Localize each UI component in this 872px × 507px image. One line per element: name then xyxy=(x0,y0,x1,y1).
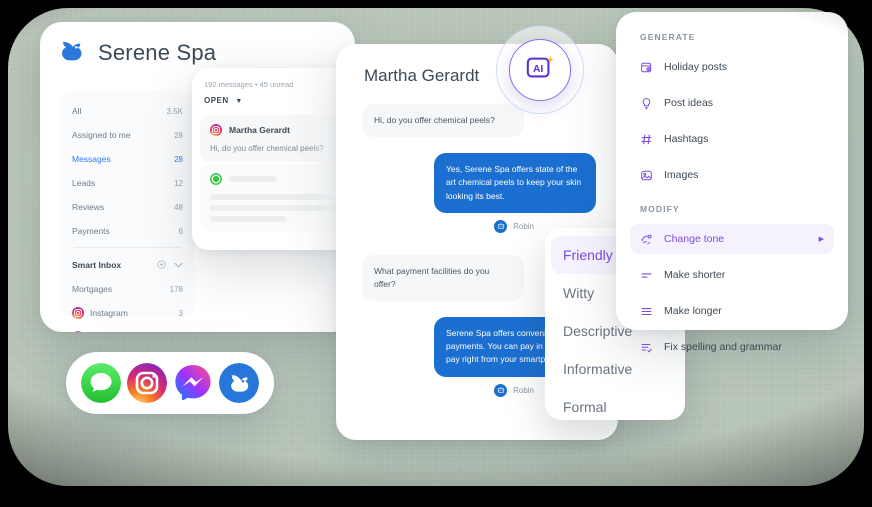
message-list-card: 192 messages • 45 unread OPEN ▼ Martha G… xyxy=(192,68,352,250)
message-bubble-outgoing: Yes, Serene Spa offers state of the art … xyxy=(434,153,596,213)
tone-option-formal[interactable]: Formal xyxy=(545,388,685,426)
sidebar-item-messenger[interactable]: Messenger 6 xyxy=(72,326,183,332)
sidebar-item-reviews[interactable]: Reviews 48 xyxy=(72,196,183,218)
sidebar-item-count: 3 xyxy=(178,308,183,318)
brand-name: Serene Spa xyxy=(98,39,217,65)
ai-action-make-longer[interactable]: Make longer xyxy=(630,296,834,326)
ai-action-label: Fix spelling and grammar xyxy=(664,341,782,353)
sidebar-item-count: 178 xyxy=(169,284,183,294)
ai-actions-panel: GENERATE Holiday posts Post ideas Hashta… xyxy=(616,12,848,353)
list-item[interactable] xyxy=(200,164,344,231)
shorten-lines-icon xyxy=(641,272,652,278)
ai-action-label: Make longer xyxy=(664,305,722,317)
sms-bubble-icon[interactable] xyxy=(81,363,121,403)
messenger-icon xyxy=(74,331,82,332)
message-count-text: 192 messages • 45 unread xyxy=(204,80,294,89)
sidebar-item-leads[interactable]: Leads 12 xyxy=(72,172,183,194)
sidebar-item-count: 3.5K xyxy=(166,106,183,116)
instagram-icon xyxy=(210,124,222,136)
robot-icon xyxy=(494,219,508,233)
ai-action-images[interactable]: Images xyxy=(630,160,834,190)
list-item-preview: Hi, do you offer chemical peels? xyxy=(210,144,324,153)
sidebar-item-label: Assigned to me xyxy=(72,130,131,140)
sidebar-section-smart-inbox[interactable]: Smart Inbox xyxy=(72,254,183,276)
chevron-right-icon: ▶ xyxy=(818,236,824,243)
sidebar-item-count: 48 xyxy=(174,202,183,212)
ai-action-label: Holiday posts xyxy=(664,61,728,73)
sidebar-item-label: Payments xyxy=(72,226,110,236)
sidebar-item-label: All xyxy=(72,106,82,116)
birdeye-bird-icon xyxy=(60,38,86,67)
sidebar-item-all[interactable]: All 3.5K xyxy=(72,100,183,122)
plus-circle-icon[interactable] xyxy=(157,259,166,271)
section-title-generate: GENERATE xyxy=(640,32,696,42)
hashtag-icon xyxy=(641,134,652,144)
brand-header: Serene Spa xyxy=(40,22,355,67)
message-sender-name: Robin xyxy=(513,221,534,231)
skeleton-line xyxy=(229,176,277,182)
sidebar-item-messages[interactable]: Messages 28 xyxy=(72,148,183,170)
sidebar-item-count: 12 xyxy=(174,178,183,188)
channel-icons-pill xyxy=(66,352,274,414)
inbox-nav-panel: All 3.5K Assigned to me 28 Messages 28 L… xyxy=(60,90,195,332)
ai-badge-inner-ring: AI xyxy=(509,39,571,101)
svg-text:AI: AI xyxy=(533,64,543,75)
birdeye-icon[interactable] xyxy=(219,363,259,403)
sidebar-divider xyxy=(74,247,181,248)
messenger-icon[interactable] xyxy=(173,363,213,403)
skeleton-line xyxy=(210,216,287,222)
message-bubble-incoming: What payment facilities do you offer? xyxy=(362,254,524,302)
ai-action-label: Make shorter xyxy=(664,269,726,281)
sidebar-item-count: 6 xyxy=(178,226,183,236)
sidebar-item-label: Reviews xyxy=(72,202,105,212)
sidebar-item-mortgages[interactable]: Mortgages 178 xyxy=(72,278,183,300)
ai-action-label: Images xyxy=(664,169,699,181)
ai-action-label: Change tone xyxy=(664,233,725,245)
ai-action-label: Post ideas xyxy=(664,97,714,109)
ai-action-fix-spelling-grammar[interactable]: Fix spelling and grammar xyxy=(630,332,834,362)
robot-icon xyxy=(494,383,508,397)
ai-action-make-shorter[interactable]: Make shorter xyxy=(630,260,834,290)
ai-sparkle-icon: AI xyxy=(524,53,556,88)
calendar-post-icon xyxy=(641,62,652,72)
image-icon xyxy=(641,170,652,180)
status-filter-label: OPEN xyxy=(204,96,229,105)
ai-action-change-tone[interactable]: Change tone ▶ xyxy=(630,224,834,254)
ai-action-label: Hashtags xyxy=(664,133,709,145)
skeleton-line xyxy=(210,194,334,200)
lengthen-lines-icon xyxy=(641,307,652,315)
chevron-down-icon[interactable] xyxy=(174,261,183,270)
ai-action-hashtags[interactable]: Hashtags xyxy=(630,124,834,154)
message-sender-name: Robin xyxy=(513,385,534,395)
sidebar-item-label: Mortgages xyxy=(72,284,113,294)
sidebar-section-label: Smart Inbox xyxy=(72,260,122,270)
list-item[interactable]: Martha Gerardt Hi, do you offer chemical… xyxy=(200,115,344,162)
sidebar-item-assigned-to-me[interactable]: Assigned to me 28 xyxy=(72,124,183,146)
sidebar-item-count: 28 xyxy=(174,130,183,140)
sidebar-item-label: Messages xyxy=(72,154,111,164)
list-item-name: Martha Gerardt xyxy=(229,125,290,135)
spellcheck-icon xyxy=(641,343,652,353)
ai-assistant-badge[interactable]: AI xyxy=(496,26,584,114)
message-list-header: 192 messages • 45 unread OPEN ▼ xyxy=(192,68,352,113)
status-filter[interactable]: OPEN ▼ xyxy=(204,96,340,105)
sms-icon xyxy=(210,173,222,185)
instagram-icon xyxy=(72,307,84,319)
lightbulb-icon xyxy=(642,97,651,109)
section-title-modify: MODIFY xyxy=(640,204,680,214)
caret-down-icon: ▼ xyxy=(235,98,243,105)
skeleton-line xyxy=(210,205,334,211)
sidebar-item-label: Leads xyxy=(72,178,96,188)
ai-action-holiday-posts[interactable]: Holiday posts xyxy=(630,52,834,82)
screenshot-stage: Serene Spa All 3.5K Assigned to me 28 Me… xyxy=(0,0,872,507)
sidebar-item-instagram[interactable]: Instagram 3 xyxy=(72,302,183,324)
tone-wave-icon xyxy=(641,234,652,244)
sidebar-item-count: 28 xyxy=(174,154,183,164)
sidebar-item-label: Instagram xyxy=(90,308,128,318)
sidebar-item-payments[interactable]: Payments 6 xyxy=(72,220,183,242)
ai-action-post-ideas[interactable]: Post ideas xyxy=(630,88,834,118)
instagram-icon[interactable] xyxy=(127,363,167,403)
